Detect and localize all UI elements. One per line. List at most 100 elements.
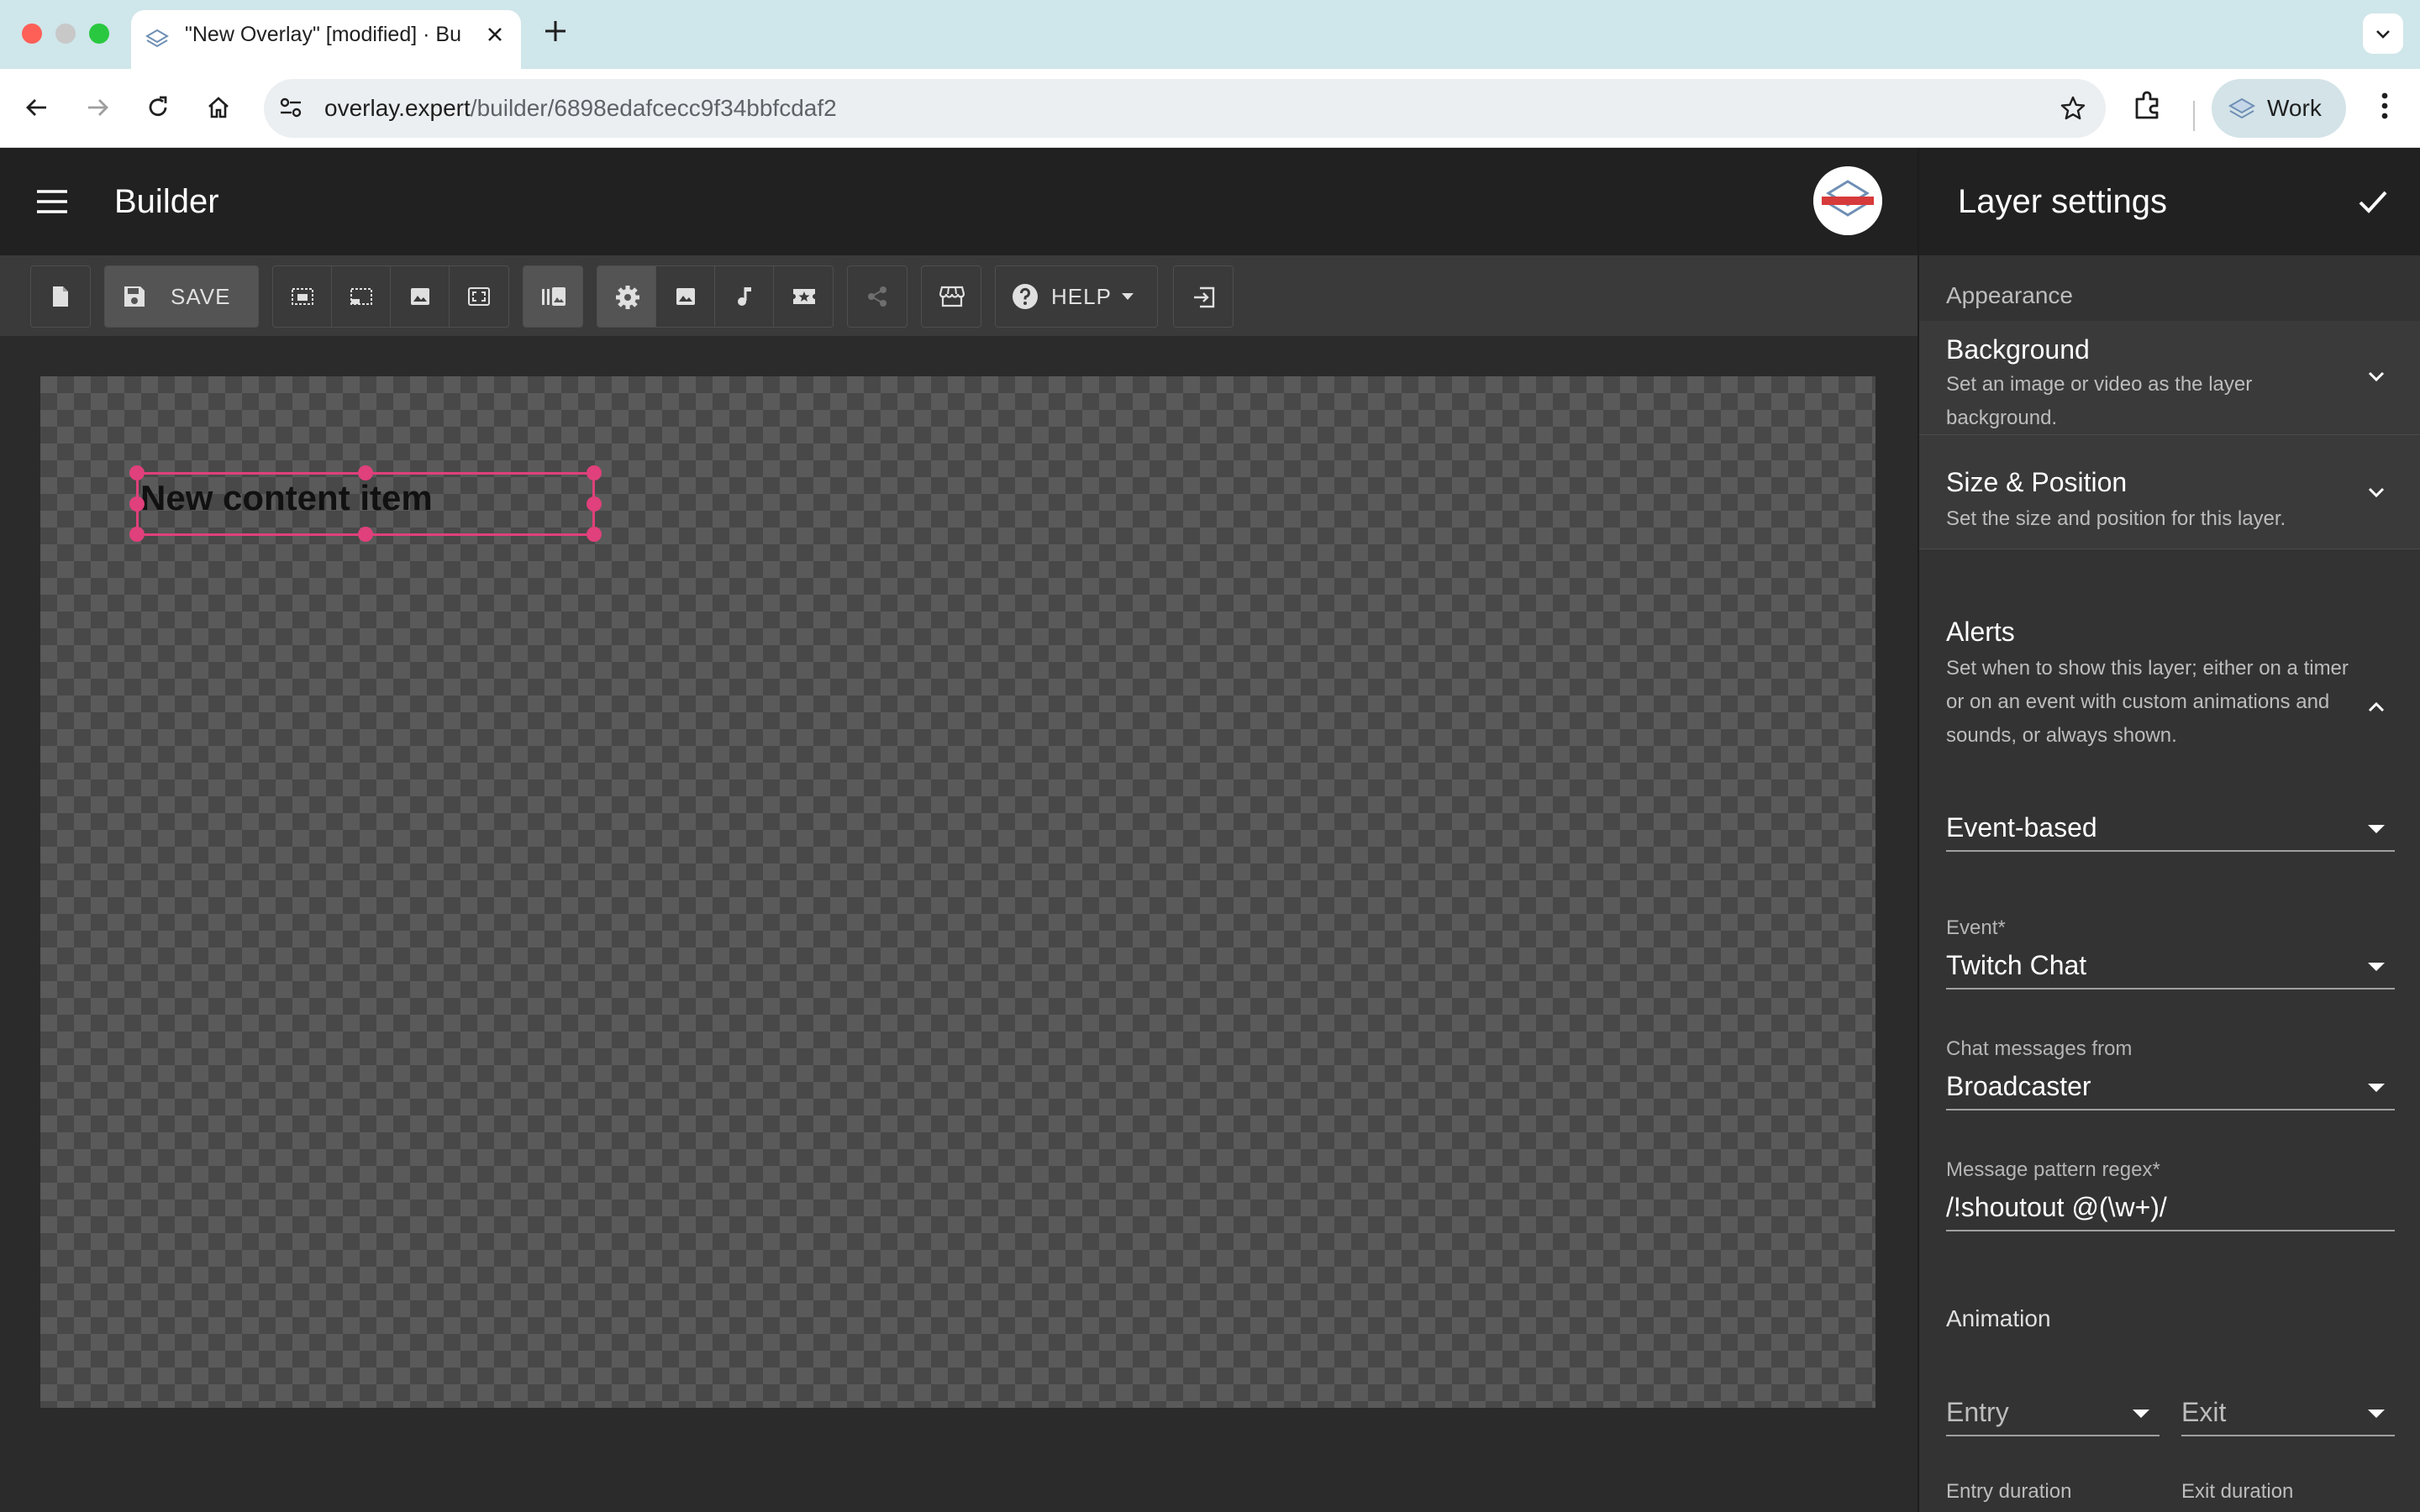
resize-handle-bottom-left[interactable]	[129, 527, 145, 542]
dropdown-caret-icon	[2133, 1410, 2149, 1418]
storefront-icon	[939, 286, 965, 307]
entry-duration-label: Entry duration	[1946, 1480, 2072, 1503]
add-effect-button[interactable]	[774, 266, 833, 327]
exit-group	[1173, 265, 1234, 328]
regex-label: Message pattern regex*	[1946, 1158, 2160, 1181]
dropdown-caret-icon	[2368, 1410, 2385, 1418]
event-select[interactable]: Event* Twitch Chat	[1946, 916, 2395, 990]
image-icon	[411, 288, 429, 305]
panel-title: Layer settings	[1958, 183, 2168, 220]
toolbar-divider	[2193, 101, 2195, 131]
resize-handle-bottom[interactable]	[358, 527, 373, 542]
resize-handle-top-right[interactable]	[587, 465, 602, 480]
chevron-down-icon	[2365, 480, 2388, 504]
regex-field[interactable]: Message pattern regex* /!shoutout @(\w+)…	[1946, 1158, 2395, 1231]
arrow-right-icon	[88, 99, 108, 116]
add-image-button[interactable]	[656, 266, 715, 327]
profile-button[interactable]: Work	[2212, 79, 2346, 138]
exit-builder-button[interactable]	[1174, 266, 1233, 327]
chat-from-value: Broadcaster	[1946, 1062, 2395, 1110]
exit-placeholder: Exit	[2181, 1397, 2227, 1427]
overlay-expert-logo-icon	[1813, 166, 1882, 235]
dropdown-caret-icon	[2368, 963, 2385, 971]
add-sound-button[interactable]	[715, 266, 774, 327]
bookmark-star-icon[interactable]	[2059, 94, 2087, 123]
save-group: SAVE	[104, 265, 259, 328]
canvas-stage: New content item	[0, 336, 1918, 1512]
new-overlay-button[interactable]	[31, 266, 90, 327]
site-settings-icon[interactable]	[276, 92, 306, 123]
resize-handle-left[interactable]	[129, 496, 145, 512]
share-button[interactable]	[848, 266, 907, 327]
tab-close-icon[interactable]	[484, 24, 506, 45]
share-icon	[868, 286, 886, 307]
window-minimize-button[interactable]	[55, 24, 76, 44]
fit-width-button[interactable]	[273, 266, 332, 327]
window-close-button[interactable]	[22, 24, 42, 44]
user-avatar[interactable]	[1813, 166, 1882, 235]
background-image-button[interactable]	[391, 266, 450, 327]
picture-in-picture-icon	[292, 288, 313, 305]
resize-handle-bottom-right[interactable]	[587, 527, 602, 542]
home-button[interactable]	[198, 87, 239, 128]
content-item-text: New content item	[140, 478, 433, 517]
browser-tab[interactable]: "New Overlay" [modified] · Bu	[131, 10, 521, 69]
chat-from-select[interactable]: Chat messages from Broadcaster	[1946, 1037, 2395, 1110]
save-button[interactable]: SAVE	[105, 266, 258, 327]
size-position-accordion-description: Set the size and position for this layer…	[1946, 507, 2286, 530]
event-text: Twitch Chat	[1946, 950, 2087, 980]
done-check-icon[interactable]	[2356, 185, 2390, 218]
gear-icon	[616, 286, 639, 309]
file-icon	[53, 286, 68, 307]
alert-mode-text: Event-based	[1946, 812, 2097, 843]
layers-library-button[interactable]	[523, 266, 582, 327]
entry-animation-value: Entry	[1946, 1388, 2160, 1436]
browser-tab-bar: "New Overlay" [modified] · Bu	[0, 0, 2420, 69]
layer-settings-button[interactable]	[597, 266, 656, 327]
alert-mode-select[interactable]: Event-based	[1946, 803, 2395, 852]
layers-group	[523, 265, 583, 328]
chat-from-text: Broadcaster	[1946, 1071, 2091, 1101]
resize-handle-top[interactable]	[358, 465, 373, 480]
resize-handle-right[interactable]	[587, 496, 602, 512]
dropdown-caret-icon	[2368, 825, 2385, 833]
window-maximize-button[interactable]	[89, 24, 109, 44]
page-title: Builder	[114, 183, 219, 220]
panel-header: Layer settings	[1919, 148, 2420, 255]
content-item[interactable]: New content item	[129, 465, 602, 542]
photo-library-icon	[542, 287, 566, 306]
regex-input[interactable]: /!shoutout @(\w+)/	[1946, 1183, 2395, 1231]
exit-animation-value: Exit	[2181, 1388, 2395, 1436]
size-position-accordion[interactable]: Size & Position Set the size and positio…	[1919, 435, 2420, 549]
floppy-disk-icon	[124, 286, 145, 307]
background-accordion-description: Set an image or video as the layer backg…	[1946, 373, 2253, 429]
reload-button[interactable]	[138, 87, 178, 128]
file-group	[30, 265, 91, 328]
overlay-canvas[interactable]: New content item	[40, 376, 1876, 1408]
new-tab-icon[interactable]	[541, 17, 570, 45]
store-button[interactable]	[922, 266, 981, 327]
address-bar[interactable]: overlay.expert/builder/6898edafcecc9f34b…	[264, 79, 2106, 138]
extensions-puzzle-icon[interactable]	[2129, 87, 2166, 124]
browser-menu-icon[interactable]	[2366, 87, 2403, 124]
forward-button[interactable]	[77, 87, 118, 128]
url-path: /builder/6898edafcecc9f34bbfcdaf2	[470, 95, 837, 121]
back-button[interactable]	[17, 87, 57, 128]
hamburger-menu-icon[interactable]	[34, 183, 71, 220]
fullscreen-button[interactable]	[450, 266, 508, 327]
help-button[interactable]: HELP	[996, 266, 1157, 327]
chevron-down-icon	[2376, 30, 2390, 39]
entry-animation-select[interactable]: Entry	[1946, 1388, 2160, 1436]
chevron-up-icon[interactable]	[2365, 696, 2388, 719]
caret-down-icon	[1121, 293, 1134, 300]
music-note-icon	[738, 287, 751, 306]
fullscreen-icon	[468, 287, 490, 306]
event-value: Twitch Chat	[1946, 941, 2395, 990]
tab-search-button[interactable]	[2363, 13, 2403, 54]
exit-animation-select[interactable]: Exit	[2181, 1388, 2395, 1436]
background-accordion[interactable]: Background Set an image or video as the …	[1919, 321, 2420, 435]
resize-handle-top-left[interactable]	[129, 465, 145, 480]
url-host: overlay.expert	[324, 95, 471, 121]
background-accordion-title: Background	[1946, 334, 2090, 365]
fit-height-button[interactable]	[332, 266, 391, 327]
